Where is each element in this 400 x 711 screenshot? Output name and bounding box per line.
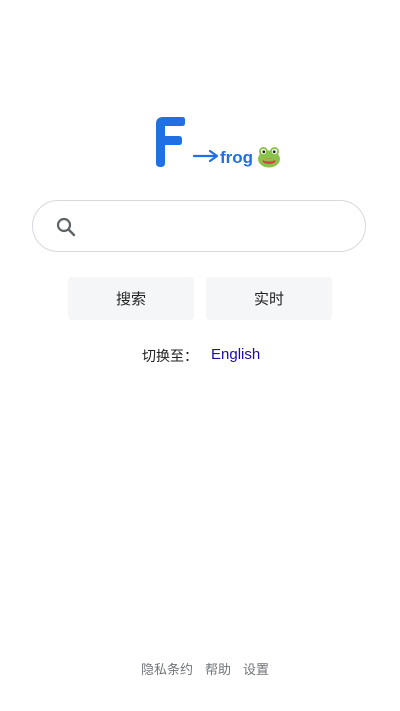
page: frog 搜索 实时 切换至： English 隐私条约 帮助 设置 (0, 0, 400, 711)
logo[interactable]: frog (0, 116, 400, 176)
arrow-right-icon (193, 150, 219, 162)
search-icon (56, 217, 76, 237)
footer-settings-link[interactable]: 设置 (243, 659, 269, 678)
footer: 隐私条约 帮助 设置 (0, 659, 400, 679)
search-bar[interactable] (32, 200, 366, 252)
live-button[interactable]: 实时 (206, 277, 332, 320)
language-switch-label: 切换至： (142, 349, 198, 365)
frog-icon (258, 147, 280, 168)
logo-f-letter (156, 117, 185, 167)
search-button[interactable]: 搜索 (68, 277, 194, 320)
search-input[interactable] (89, 209, 353, 245)
footer-help-link[interactable]: 帮助 (205, 659, 231, 678)
logo-word: frog (220, 148, 254, 167)
language-link-english[interactable]: English (211, 346, 260, 363)
footer-privacy-link[interactable]: 隐私条约 (141, 659, 193, 678)
language-switch: 切换至： English (0, 346, 400, 366)
